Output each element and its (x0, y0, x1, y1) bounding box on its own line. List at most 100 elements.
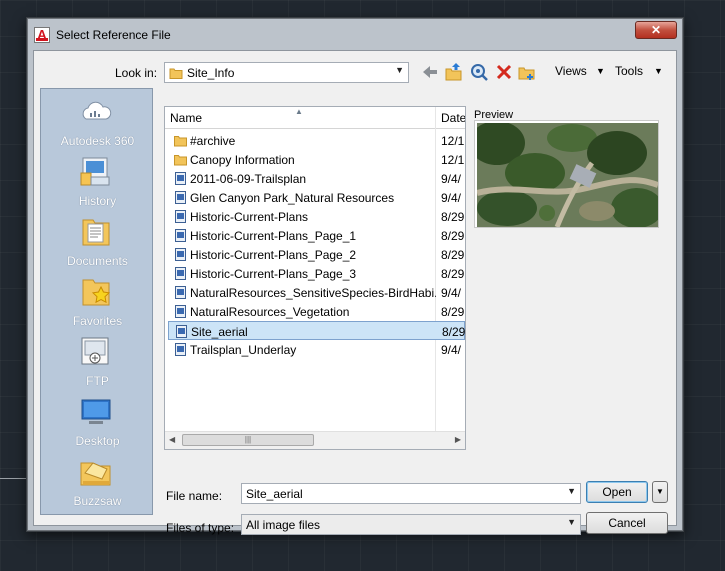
search-web-icon[interactable] (470, 62, 488, 82)
file-date-cell: 9/4/ (441, 286, 462, 300)
file-list-header: Name ▲ Date (165, 107, 465, 129)
select-reference-file-dialog: A Select Reference File ✕ Look in: Site_… (26, 17, 684, 535)
file-name-cell: NaturalResources_SensitiveSpecies-BirdHa… (190, 286, 436, 300)
place-label: Documents (67, 254, 128, 268)
tools-label: Tools (615, 64, 644, 78)
file-name-cell: Historic-Current-Plans (190, 210, 309, 224)
dialog-title: Select Reference File (56, 28, 171, 42)
file-date-cell: 9/4/ (441, 343, 462, 357)
autocad-app-icon: A (34, 27, 50, 43)
chevron-down-icon[interactable]: ▼ (567, 486, 576, 496)
open-button[interactable]: Open (586, 481, 648, 503)
aerial-preview-image (477, 123, 658, 227)
file-list-row[interactable]: Glen Canyon Park_Natural Resources 9/4/ (168, 188, 465, 207)
file-list-row[interactable]: Historic-Current-Plans_Page_3 8/29 (168, 264, 465, 283)
scroll-right-icon[interactable]: ▶ (455, 435, 461, 444)
look-in-dropdown[interactable]: Site_Info ▼ (164, 62, 409, 83)
ftp-icon (81, 337, 109, 365)
file-date-cell: 8/29 (441, 210, 465, 224)
file-name-cell: NaturalResources_Vegetation (190, 305, 350, 319)
up-folder-icon[interactable] (445, 62, 463, 82)
file-date-cell: 8/29 (441, 305, 465, 319)
file-date-cell: 9/4/ (441, 191, 462, 205)
place-buzzsaw[interactable]: Buzzsaw (41, 455, 152, 513)
column-header-name[interactable]: Name (170, 111, 202, 125)
place-label: FTP (86, 374, 109, 388)
image-file-icon (174, 210, 187, 223)
files-of-type-label: Files of type: (166, 521, 235, 535)
scrollbar-thumb[interactable]: ||| (182, 434, 314, 446)
file-list-row[interactable]: NaturalResources_Vegetation 8/29 (168, 302, 465, 321)
back-arrow-icon[interactable] (420, 62, 440, 82)
file-name-cell: Historic-Current-Plans_Page_2 (190, 248, 357, 262)
sort-arrow-icon: ▲ (295, 107, 303, 116)
file-name-cell: Site_aerial (191, 325, 248, 339)
title-bar[interactable]: A Select Reference File ✕ (27, 18, 683, 52)
file-list-row[interactable]: Canopy Information 12/1 (168, 150, 465, 169)
place-desktop[interactable]: Desktop (41, 395, 152, 453)
file-name-cell: Trailsplan_Underlay (190, 343, 297, 357)
places-bar: Autodesk 360 History Documents Favorites… (40, 88, 153, 515)
cancel-button[interactable]: Cancel (586, 512, 668, 534)
history-icon (80, 157, 110, 186)
file-name-label: File name: (166, 489, 223, 503)
place-label: Autodesk 360 (60, 134, 135, 148)
folder-icon (174, 134, 187, 147)
file-date-cell: 12/1 (441, 153, 465, 167)
new-folder-icon[interactable] (518, 62, 536, 82)
file-name-cell: Glen Canyon Park_Natural Resources (190, 191, 395, 205)
image-file-icon (174, 191, 187, 204)
file-date-cell: 8/29 (441, 267, 465, 281)
place-documents[interactable]: Documents (41, 215, 152, 273)
tools-menu-button[interactable]: Tools (615, 64, 643, 78)
chevron-down-icon: ▼ (395, 65, 404, 75)
look-in-value: Site_Info (187, 66, 235, 80)
documents-icon (82, 219, 110, 246)
place-label: Favorites (72, 314, 123, 328)
file-list[interactable]: Name ▲ Date #archive 12/1 Canopy Informati… (164, 106, 466, 450)
place-ftp[interactable]: FTP (41, 335, 152, 393)
folder-icon (174, 153, 187, 166)
file-name-cell: Historic-Current-Plans_Page_3 (190, 267, 357, 281)
file-list-row[interactable]: Site_aerial 8/29 (168, 321, 465, 340)
column-header-date[interactable]: Date (441, 111, 465, 125)
file-date-cell: 12/1 (441, 134, 465, 148)
preview-pane (474, 120, 659, 228)
chevron-down-icon[interactable]: ▼ (596, 66, 605, 76)
open-options-dropdown[interactable]: ▼ (652, 481, 668, 503)
file-date-cell: 8/29 (441, 248, 465, 262)
dialog-client-area: Look in: Site_Info ▼ Views ▼ Tools ▼ Aut… (33, 50, 677, 535)
file-name-value: Site_aerial (246, 487, 303, 501)
files-of-type-dropdown[interactable]: All image files ▼ (241, 514, 581, 535)
place-label: History (78, 194, 117, 208)
place-history[interactable]: History (41, 155, 152, 213)
horizontal-scrollbar[interactable]: ◀ ||| ▶ (165, 431, 465, 449)
file-list-row[interactable]: Historic-Current-Plans_Page_1 8/29 (168, 226, 465, 245)
image-file-icon (174, 343, 187, 356)
place-favorites[interactable]: Favorites (41, 275, 152, 333)
background-line (0, 478, 26, 479)
chevron-down-icon[interactable]: ▼ (654, 66, 663, 76)
place-autodesk-360[interactable]: Autodesk 360 (41, 95, 152, 153)
views-menu-button[interactable]: Views (555, 64, 587, 78)
scroll-left-icon[interactable]: ◀ (169, 435, 175, 444)
image-file-icon (174, 229, 187, 242)
file-list-row[interactable]: #archive 12/1 (168, 131, 465, 150)
image-file-icon (174, 286, 187, 299)
file-name-input[interactable]: Site_aerial ▼ (241, 483, 581, 504)
desktop-icon (81, 399, 111, 424)
image-file-icon (175, 325, 188, 338)
file-list-row[interactable]: Historic-Current-Plans 8/29 (168, 207, 465, 226)
file-list-row[interactable]: 2011-06-09-Trailsplan 9/4/ (168, 169, 465, 188)
file-name-cell: #archive (190, 134, 236, 148)
file-date-cell: 9/4/ (441, 172, 462, 186)
file-list-row[interactable]: Trailsplan_Underlay 9/4/ (168, 340, 465, 359)
chevron-down-icon: ▼ (567, 517, 576, 527)
file-name-cell: Canopy Information (190, 153, 295, 167)
views-label: Views (555, 64, 587, 78)
file-list-row[interactable]: NaturalResources_SensitiveSpecies-BirdHa… (168, 283, 465, 302)
delete-icon[interactable] (495, 62, 513, 82)
close-button[interactable]: ✕ (635, 21, 677, 39)
file-list-row[interactable]: Historic-Current-Plans_Page_2 8/29 (168, 245, 465, 264)
file-date-cell: 8/29 (441, 229, 465, 243)
